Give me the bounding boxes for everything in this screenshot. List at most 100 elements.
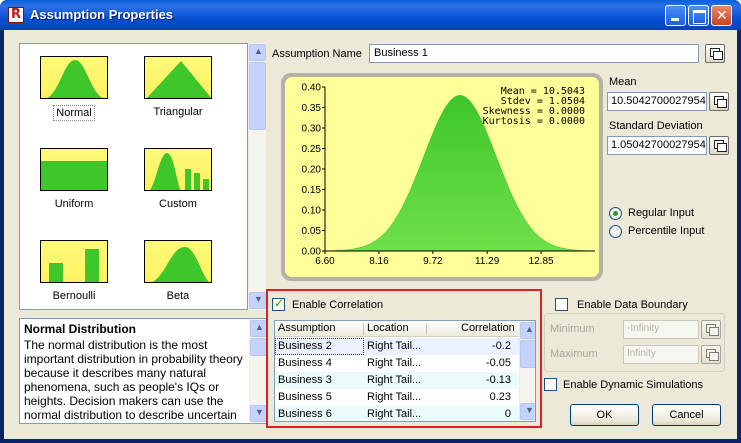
link-icon[interactable] xyxy=(705,44,725,63)
distribution-description: Normal Distribution The normal distribut… xyxy=(19,318,268,424)
y-tick-label: 0.10 xyxy=(302,206,322,217)
bernoulli-icon xyxy=(40,240,108,283)
link-icon[interactable] xyxy=(709,92,729,111)
distribution-beta[interactable]: Beta xyxy=(138,240,218,303)
maximum-input[interactable]: Infinity xyxy=(623,345,699,364)
mean-label: Mean xyxy=(609,76,637,88)
title-bar[interactable]: Assumption Properties xyxy=(0,0,741,30)
link-icon[interactable] xyxy=(701,320,721,339)
scroll-thumb[interactable] xyxy=(250,338,267,356)
minimum-input[interactable]: -Infinity xyxy=(623,320,699,339)
x-tick-label: 12.85 xyxy=(529,256,554,267)
column-separator xyxy=(363,323,364,335)
link-icon[interactable] xyxy=(701,345,721,364)
table-scrollbar[interactable] xyxy=(519,321,535,421)
table-row[interactable]: Business 3 Right Tail... -0.13 xyxy=(275,372,519,389)
enable-correlation-checkbox[interactable] xyxy=(272,296,285,311)
cell-correlation[interactable]: 0 xyxy=(427,408,515,421)
scroll-down-icon[interactable] xyxy=(520,403,535,420)
scroll-down-icon[interactable] xyxy=(249,292,266,309)
table-row[interactable]: Business 4 Right Tail... -0.05 xyxy=(275,355,519,372)
column-location[interactable]: Location xyxy=(367,322,409,334)
beta-icon xyxy=(144,240,212,283)
assumption-properties-window: Assumption Properties Normal Triangular xyxy=(0,0,741,443)
correlation-table: Assumption Location Correlation Business… xyxy=(274,320,536,422)
normal-curve-icon xyxy=(40,56,108,99)
y-tick-label: 0.20 xyxy=(302,165,322,176)
assumption-name-input[interactable]: Business 1 xyxy=(369,44,699,63)
scroll-up-icon[interactable] xyxy=(520,322,535,339)
radio-label: Percentile Input xyxy=(628,225,705,237)
cell-location[interactable]: Right Tail... xyxy=(367,340,421,352)
y-tick-label: 0.35 xyxy=(302,103,322,114)
description-title: Normal Distribution xyxy=(24,322,137,336)
minimize-button[interactable] xyxy=(665,5,686,26)
dynamic-simulations-label: Enable Dynamic Simulations xyxy=(563,379,704,391)
distribution-label: Custom xyxy=(159,198,197,210)
cell-location[interactable]: Right Tail... xyxy=(367,374,421,386)
close-button[interactable] xyxy=(711,5,732,26)
link-icon[interactable] xyxy=(709,136,729,155)
stat-kurtosis: Kurtosis = 0.0000 xyxy=(482,116,585,127)
scroll-thumb[interactable] xyxy=(249,62,266,130)
enable-boundary-label: Enable Data Boundary xyxy=(574,299,691,311)
table-header: Assumption Location Correlation xyxy=(275,321,519,337)
dynamic-simulations-checkbox[interactable] xyxy=(544,378,557,391)
minimum-label: Minimum xyxy=(550,323,595,335)
table-row[interactable]: Business 5 Right Tail... 0.23 xyxy=(275,389,519,406)
app-logo-icon xyxy=(8,7,24,23)
radio-label: Regular Input xyxy=(628,207,695,219)
chart-stats: Mean = 10.5043 Stdev = 1.0504 Skewness =… xyxy=(483,87,585,127)
scroll-down-icon[interactable] xyxy=(250,405,267,422)
y-tick-label: 0.05 xyxy=(302,226,322,237)
cell-assumption: Business 6 xyxy=(278,408,332,420)
scroll-up-icon[interactable] xyxy=(249,44,266,61)
maximum-label: Maximum xyxy=(550,348,598,360)
radio-dot[interactable] xyxy=(609,225,622,238)
distribution-label: Triangular xyxy=(153,106,203,118)
radio-dot[interactable] xyxy=(609,207,622,220)
distribution-normal[interactable]: Normal xyxy=(34,56,114,121)
distribution-label: Normal xyxy=(53,105,95,121)
x-tick-label: 6.60 xyxy=(315,256,335,267)
cell-assumption: Business 5 xyxy=(278,391,332,403)
y-tick-label: 0.15 xyxy=(302,185,322,196)
maximize-button[interactable] xyxy=(688,5,709,26)
uniform-icon xyxy=(40,148,108,191)
cell-assumption: Business 4 xyxy=(278,357,332,369)
column-separator xyxy=(426,323,427,335)
cancel-button[interactable]: Cancel xyxy=(652,404,721,426)
custom-icon xyxy=(144,148,212,191)
distribution-label: Uniform xyxy=(54,198,94,210)
y-tick-label: 0.30 xyxy=(302,124,322,135)
triangular-icon xyxy=(144,56,212,99)
mean-input[interactable]: 10.5042700027954 xyxy=(607,92,707,111)
cell-location[interactable]: Right Tail... xyxy=(367,408,421,420)
scroll-up-icon[interactable] xyxy=(250,320,267,337)
description-scrollbar[interactable] xyxy=(249,319,267,423)
table-row[interactable]: Business 6 Right Tail... 0 xyxy=(275,406,519,421)
cell-assumption: Business 3 xyxy=(278,374,332,386)
x-tick-label: 8.16 xyxy=(369,256,389,267)
stdev-label: Standard Deviation xyxy=(609,120,703,132)
cell-location[interactable]: Right Tail... xyxy=(367,391,421,403)
ok-button[interactable]: OK xyxy=(570,404,639,426)
distribution-chart: 0.00 0.05 0.10 0.15 0.20 0.25 0.30 0.35 0.40 6.60… xyxy=(281,73,603,281)
stdev-input[interactable]: 1.05042700027954 xyxy=(607,136,707,155)
assumption-name-label: Assumption Name xyxy=(272,48,362,60)
column-assumption[interactable]: Assumption xyxy=(278,322,335,334)
chart-area: 0.00 0.05 0.10 0.15 0.20 0.25 0.30 0.35 0.40 6.60… xyxy=(285,77,599,277)
distribution-custom[interactable]: Custom xyxy=(138,148,218,211)
distribution-label: Beta xyxy=(166,290,190,302)
table-row[interactable]: Business 2 Right Tail... -0.2 xyxy=(275,338,519,355)
gallery-scrollbar[interactable] xyxy=(248,43,266,310)
cell-location[interactable]: Right Tail... xyxy=(367,357,421,369)
distribution-uniform[interactable]: Uniform xyxy=(34,148,114,211)
distribution-triangular[interactable]: Triangular xyxy=(138,56,218,119)
enable-boundary-checkbox[interactable] xyxy=(555,298,568,311)
distribution-bernoulli[interactable]: Bernoulli xyxy=(34,240,114,303)
description-text: The normal distribution is the most impo… xyxy=(24,338,243,422)
x-tick-label: 9.72 xyxy=(423,256,443,267)
scroll-thumb[interactable] xyxy=(520,340,535,368)
column-correlation[interactable]: Correlation xyxy=(461,322,515,334)
